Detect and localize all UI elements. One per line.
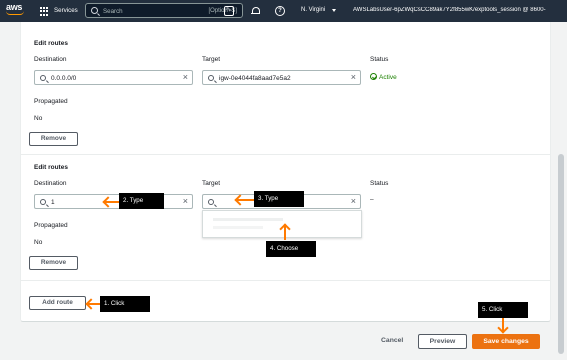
- clear-icon[interactable]: ×: [183, 73, 188, 82]
- save-changes-button[interactable]: Save changes: [472, 334, 540, 349]
- route2-heading: Edit routes: [34, 164, 68, 171]
- route2-remove-button[interactable]: Remove: [29, 256, 78, 270]
- search-icon: [91, 7, 98, 14]
- arrow-left-icon: [237, 199, 254, 201]
- arrow-left-icon: [105, 201, 119, 203]
- page-scrollbar[interactable]: [557, 24, 565, 354]
- search-placeholder: Search: [103, 7, 123, 15]
- routes-panel: [20, 22, 551, 322]
- route1-remove-button[interactable]: Remove: [29, 132, 78, 146]
- route1-status-value: Active: [379, 74, 397, 81]
- callout-step-3: 3. Type: [254, 191, 304, 207]
- arrow-left-icon: [88, 303, 100, 305]
- caret-down-icon: [332, 9, 336, 12]
- divider: [20, 280, 551, 281]
- route1-status-badge: Active: [370, 73, 397, 81]
- add-route-button[interactable]: Add route: [29, 296, 86, 310]
- top-navigation-bar: aws Services Search [Option+S] ? N. Virg…: [0, 0, 567, 22]
- search-icon: [208, 198, 214, 205]
- route1-destination-label: Destination: [34, 56, 67, 63]
- search-icon: [40, 74, 46, 81]
- route1-propagated-label: Propagated: [34, 98, 68, 105]
- route1-destination-value: 0.0.0.0/0: [51, 74, 77, 82]
- dropdown-option[interactable]: [213, 226, 263, 229]
- route2-destination-value: 1: [51, 198, 55, 206]
- dropdown-option[interactable]: [213, 218, 283, 221]
- route2-destination-label: Destination: [34, 180, 67, 187]
- callout-step-4: 4. Choose: [266, 241, 316, 257]
- callout-step-5: 5. Click: [478, 302, 528, 318]
- cancel-button[interactable]: Cancel: [381, 337, 403, 344]
- route2-propagated-value: No: [34, 239, 43, 246]
- preview-button[interactable]: Preview: [418, 334, 467, 349]
- scrollbar-thumb[interactable]: [558, 154, 564, 354]
- region-selector[interactable]: N. Virgini: [301, 7, 325, 13]
- route1-target-input[interactable]: igw-0e4044fa8aad7e5a2 ×: [202, 70, 361, 85]
- divider: [20, 154, 551, 155]
- account-menu[interactable]: AWSLabsUser-6pZWqCsCC89ak7Y2f855wK/expto…: [353, 7, 567, 13]
- clear-icon[interactable]: ×: [351, 197, 356, 206]
- services-grid-icon[interactable]: [40, 7, 49, 16]
- arrow-up-icon: [284, 226, 286, 240]
- route2-status-label: Status: [370, 180, 389, 187]
- terminal-icon[interactable]: [224, 6, 234, 16]
- services-menu[interactable]: Services: [54, 7, 78, 14]
- search-icon: [208, 74, 214, 81]
- search-icon: [40, 198, 46, 205]
- clear-icon[interactable]: ×: [351, 73, 356, 82]
- target-options-dropdown[interactable]: [202, 210, 362, 238]
- route1-heading: Edit routes: [34, 40, 68, 47]
- route2-target-label: Target: [202, 180, 221, 187]
- arrow-down-icon: [502, 318, 504, 331]
- route1-destination-input[interactable]: 0.0.0.0/0 ×: [34, 70, 193, 85]
- aws-logo-text: aws: [6, 2, 23, 12]
- route1-status-label: Status: [370, 56, 389, 63]
- help-icon[interactable]: ?: [275, 6, 285, 16]
- callout-step-2: 2. Type: [119, 193, 164, 209]
- route1-target-label: Target: [202, 56, 221, 63]
- route2-status-value: –: [370, 196, 374, 203]
- clear-icon[interactable]: ×: [183, 197, 188, 206]
- route1-target-value: igw-0e4044fa8aad7e5a2: [219, 74, 291, 82]
- callout-step-1: 1. Click: [100, 296, 150, 312]
- global-search-input[interactable]: Search [Option+S]: [85, 3, 243, 18]
- bell-icon[interactable]: [250, 6, 260, 16]
- route2-propagated-label: Propagated: [34, 222, 68, 229]
- aws-logo[interactable]: aws: [6, 3, 28, 19]
- route1-propagated-value: No: [34, 115, 43, 122]
- check-circle-icon: [370, 73, 377, 80]
